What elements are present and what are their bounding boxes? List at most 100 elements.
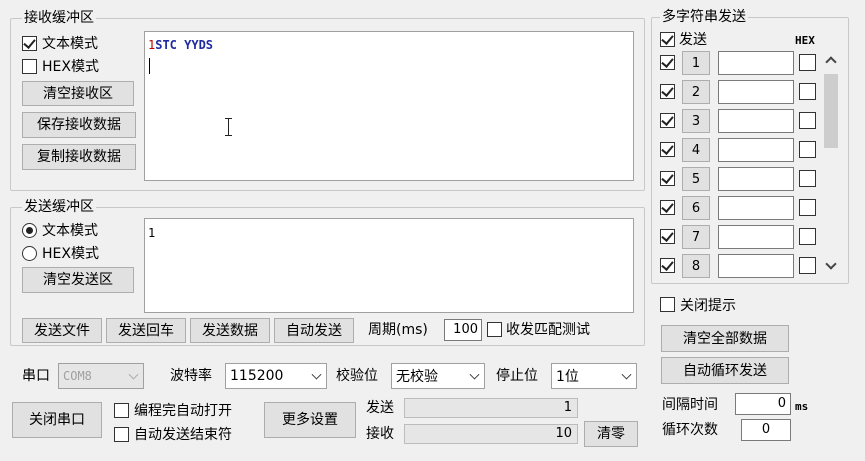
receive-hex-mode-checkbox[interactable] — [22, 59, 37, 74]
period-input[interactable]: 100 — [444, 319, 482, 341]
multi-row-send-button[interactable]: 3 — [682, 109, 710, 133]
loop-count-label: 循环次数 — [662, 422, 718, 438]
send-content: 1 — [148, 226, 156, 240]
auto-loop-send-button[interactable]: 自动循环发送 — [661, 357, 789, 384]
multi-row-hex-checkbox[interactable] — [799, 83, 816, 100]
sent-count-value: 1 — [563, 400, 572, 415]
multi-row-input[interactable] — [718, 51, 794, 75]
clear-all-data-button[interactable]: 清空全部数据 — [661, 325, 789, 352]
port-label: 串口 — [22, 368, 50, 384]
multi-row-send-checkbox[interactable] — [660, 171, 675, 186]
auto-open-label: 编程完自动打开 — [134, 403, 232, 419]
multi-row-send-checkbox[interactable] — [660, 258, 675, 273]
auto-send-button[interactable]: 自动发送 — [274, 318, 354, 343]
multi-row-send-checkbox[interactable] — [660, 113, 675, 128]
port-select[interactable]: COM8 — [58, 363, 144, 389]
multi-row-input[interactable] — [718, 80, 794, 104]
send-hex-mode-radio[interactable] — [22, 246, 37, 261]
multi-scrollbar[interactable] — [822, 50, 840, 278]
multi-row-send-checkbox[interactable] — [660, 229, 675, 244]
port-value: COM8 — [63, 369, 92, 383]
scroll-down-icon[interactable] — [825, 258, 837, 270]
multi-row-send-button[interactable]: 7 — [682, 225, 710, 249]
auto-open-checkbox[interactable] — [114, 403, 129, 418]
multi-row-send-button[interactable]: 1 — [682, 51, 710, 75]
multi-row-send-button[interactable]: 6 — [682, 196, 710, 220]
chevron-down-icon — [128, 369, 139, 380]
multi-row-input[interactable] — [718, 225, 794, 249]
multi-row-input[interactable] — [718, 138, 794, 162]
auto-send-end-checkbox[interactable] — [114, 427, 129, 442]
multi-row-input[interactable] — [718, 196, 794, 220]
multi-hex-header: HEX — [795, 34, 815, 47]
multi-row-send-checkbox[interactable] — [660, 84, 675, 99]
clear-send-button[interactable]: 清空发送区 — [22, 267, 134, 293]
multi-row-hex-checkbox[interactable] — [799, 112, 816, 129]
interval-label: 间隔时间 — [662, 397, 718, 413]
send-buffer-title: 发送缓冲区 — [22, 199, 96, 215]
multi-row-send-checkbox[interactable] — [660, 200, 675, 215]
multi-row-input[interactable] — [718, 167, 794, 191]
send-data-button[interactable]: 发送数据 — [190, 318, 270, 343]
receive-text-mode-checkbox[interactable] — [22, 36, 37, 51]
stop-bits-select[interactable]: 1位 — [551, 363, 637, 389]
multi-send-header: 发送 — [679, 32, 707, 48]
chevron-down-icon — [469, 369, 480, 380]
multi-row-send-checkbox[interactable] — [660, 142, 675, 157]
baud-value: 115200 — [230, 368, 284, 384]
multi-row-hex-checkbox[interactable] — [799, 228, 816, 245]
loop-count-input[interactable]: 0 — [741, 419, 791, 441]
more-settings-button[interactable]: 更多设置 — [264, 402, 356, 438]
interval-input[interactable]: 0 — [735, 393, 791, 415]
multi-row-send-checkbox[interactable] — [660, 55, 675, 70]
receive-textarea[interactable]: 1STC YYDS — [144, 31, 634, 181]
match-test-checkbox[interactable] — [487, 322, 502, 337]
parity-label: 校验位 — [336, 368, 378, 384]
baud-select[interactable]: 115200 — [225, 363, 327, 389]
interval-unit: ms — [795, 400, 809, 413]
multi-row-hex-checkbox[interactable] — [799, 199, 816, 216]
parity-select[interactable]: 无校验 — [391, 363, 485, 389]
multi-row-input[interactable] — [718, 254, 794, 278]
send-textarea[interactable]: 1 — [144, 218, 634, 313]
clear-receive-button[interactable]: 清空接收区 — [22, 81, 134, 106]
ibeam-pointer-icon — [225, 118, 232, 136]
receive-buffer-title: 接收缓冲区 — [22, 10, 96, 26]
copy-receive-button[interactable]: 复制接收数据 — [22, 144, 136, 170]
stop-bits-label: 停止位 — [496, 368, 538, 384]
save-receive-button[interactable]: 保存接收数据 — [22, 112, 136, 138]
multi-row-hex-checkbox[interactable] — [799, 170, 816, 187]
send-text-mode-radio[interactable] — [22, 223, 37, 238]
send-hex-mode-label: HEX模式 — [42, 246, 99, 262]
multi-row-hex-checkbox[interactable] — [799, 141, 816, 158]
match-test-label: 收发匹配测试 — [506, 322, 590, 338]
send-enter-button[interactable]: 发送回车 — [106, 318, 186, 343]
interval-value: 0 — [777, 396, 786, 411]
auto-send-end-label: 自动发送结束符 — [134, 427, 232, 443]
scroll-thumb[interactable] — [824, 74, 838, 148]
multi-row-send-button[interactable]: 2 — [682, 80, 710, 104]
receive-text-mode-label: 文本模式 — [42, 36, 98, 52]
multi-row-hex-checkbox[interactable] — [799, 257, 816, 274]
chevron-down-icon — [311, 369, 322, 380]
recv-count-label: 接收 — [366, 426, 394, 442]
receive-line-text: STC YYDS — [155, 38, 214, 52]
clear-count-button[interactable]: 清零 — [584, 421, 638, 447]
stop-bits-value: 1位 — [556, 369, 579, 385]
multi-row-send-button[interactable]: 4 — [682, 138, 710, 162]
close-port-button[interactable]: 关闭串口 — [12, 402, 102, 438]
multi-row-send-button[interactable]: 5 — [682, 167, 710, 191]
close-tips-label: 关闭提示 — [680, 298, 736, 314]
multi-row-hex-checkbox[interactable] — [799, 54, 816, 71]
recv-count-display: 10 — [404, 424, 578, 444]
close-tips-checkbox[interactable] — [660, 297, 675, 312]
period-value: 100 — [453, 322, 478, 337]
receive-hex-mode-label: HEX模式 — [42, 59, 99, 75]
multi-send-title: 多字符串发送 — [660, 9, 748, 25]
multi-send-all-checkbox[interactable] — [660, 32, 675, 47]
scroll-up-icon[interactable] — [825, 56, 837, 68]
multi-row-input[interactable] — [718, 109, 794, 133]
period-label: 周期(ms) — [368, 322, 428, 338]
multi-row-send-button[interactable]: 8 — [682, 254, 710, 278]
send-file-button[interactable]: 发送文件 — [22, 318, 102, 343]
